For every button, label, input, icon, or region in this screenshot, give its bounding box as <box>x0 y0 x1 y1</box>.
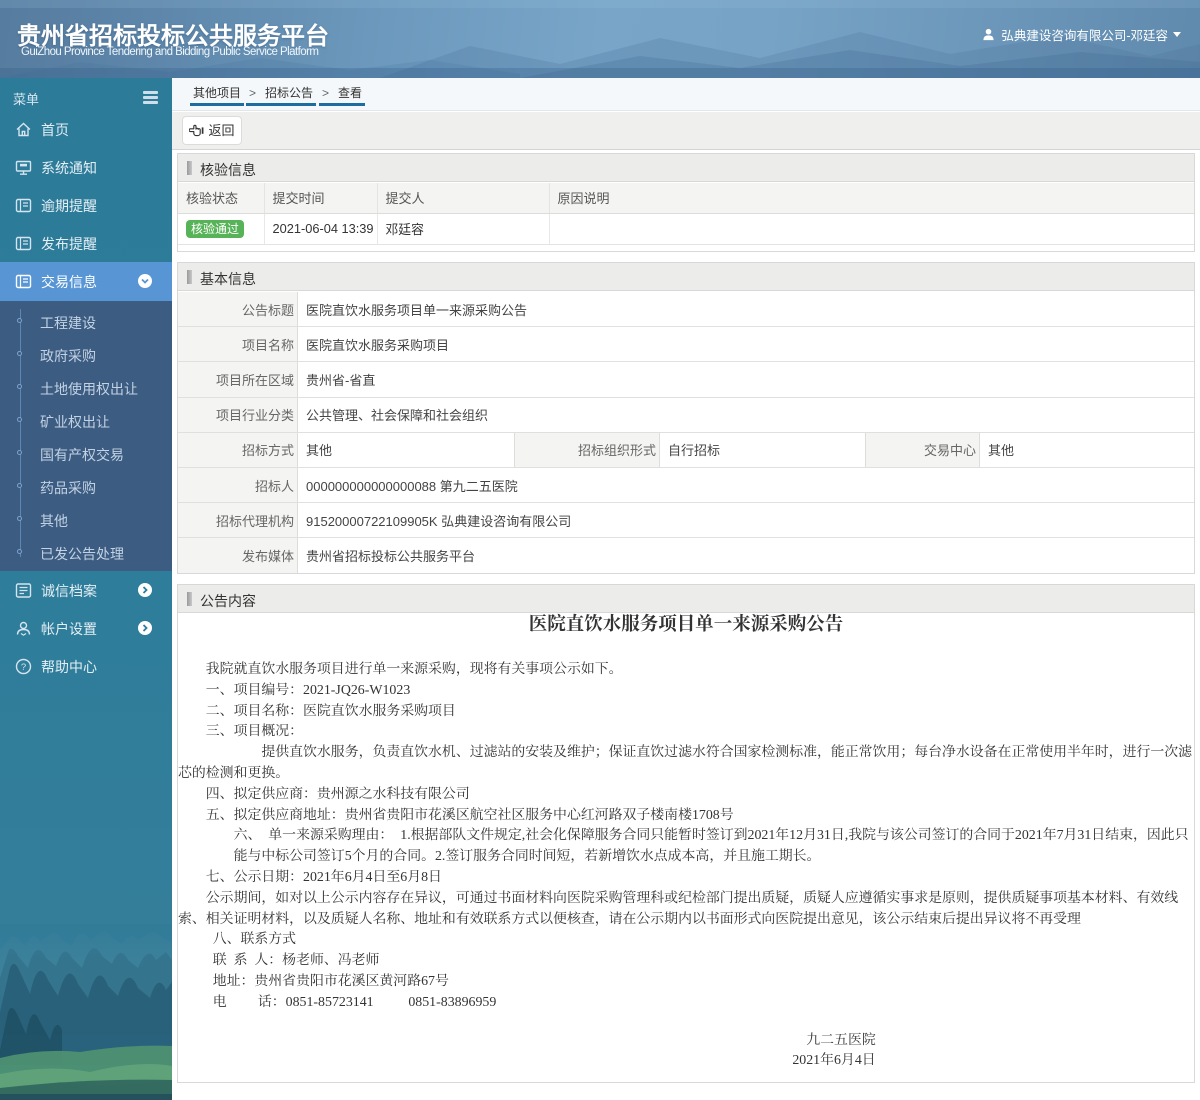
svg-text:?: ? <box>21 662 26 673</box>
